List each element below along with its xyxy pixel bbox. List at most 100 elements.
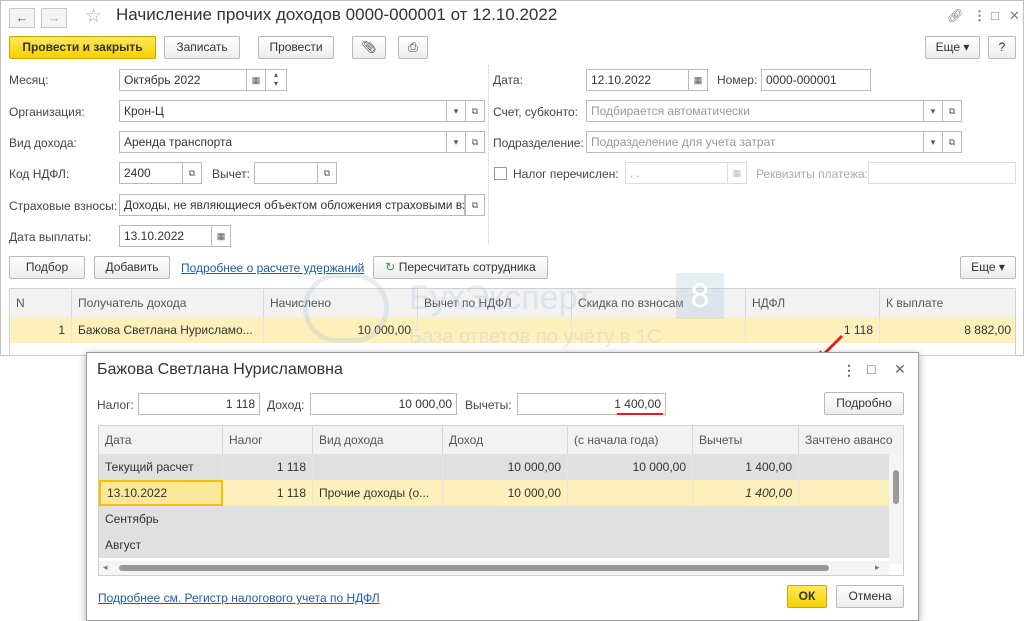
annotation-underline xyxy=(617,413,663,415)
account-label: Счет, субконто: xyxy=(493,105,578,119)
vertical-scrollbar[interactable] xyxy=(889,454,903,564)
ytd-cell xyxy=(568,480,693,506)
open-icon[interactable]: ⧉ xyxy=(942,131,962,153)
income-type-field[interactable]: Аренда транспорта xyxy=(119,131,447,153)
column-header[interactable]: Вычет по НДФЛ xyxy=(418,289,572,317)
table-more-label: Еще xyxy=(971,260,996,274)
paperclip-icon[interactable]: 📎︎ xyxy=(352,36,386,59)
horizontal-scrollbar[interactable]: ◂ ▸ xyxy=(99,561,889,575)
organization-field[interactable]: Крон-Ц xyxy=(119,100,447,122)
open-icon[interactable]: ⧉ xyxy=(465,194,485,216)
back-arrow-icon[interactable]: ← xyxy=(9,8,35,28)
chevron-down-icon[interactable]: ▾ xyxy=(923,131,943,153)
more-button[interactable]: Еще ▾ xyxy=(925,36,980,59)
post-button[interactable]: Провести xyxy=(258,36,334,59)
division-label: Подразделение: xyxy=(493,136,584,150)
income-type-cell xyxy=(313,454,443,480)
table-more-button[interactable]: Еще ▾ xyxy=(960,256,1016,279)
column-header[interactable]: Доход xyxy=(443,426,568,454)
column-header[interactable]: К выплате xyxy=(880,289,1015,317)
maximize-icon[interactable]: □ xyxy=(991,8,999,23)
payment-details-field[interactable] xyxy=(868,162,1016,184)
scroll-left-icon[interactable]: ◂ xyxy=(103,562,108,573)
watermark-logo xyxy=(303,273,389,343)
save-button[interactable]: Записать xyxy=(164,36,240,59)
print-icon[interactable]: ⎙ xyxy=(398,36,428,59)
table-row[interactable]: 1 Бажова Светлана Нурисламо... 10 000,00… xyxy=(10,317,1015,343)
scroll-thumb[interactable] xyxy=(119,565,829,571)
scroll-thumb[interactable] xyxy=(893,470,899,504)
more-icon[interactable]: ⋮ xyxy=(973,8,986,24)
date-cell: Сентябрь xyxy=(105,512,159,526)
table-row[interactable]: Текущий расчет 1 118 10 000,00 10 000,00… xyxy=(99,454,889,480)
star-icon[interactable]: ☆ xyxy=(85,5,102,28)
account-field[interactable]: Подбирается автоматически xyxy=(586,100,924,122)
table-row[interactable]: 13.10.2022 1 118 Прочие доходы (о... 10 … xyxy=(99,480,889,506)
ok-button[interactable]: ОК xyxy=(787,585,827,608)
column-header[interactable]: Получатель дохода xyxy=(72,289,264,317)
column-header[interactable]: Налог xyxy=(223,426,313,454)
deduction-field[interactable] xyxy=(254,162,318,184)
number-field[interactable]: 0000-000001 xyxy=(761,69,871,91)
insurance-field[interactable]: Доходы, не являющиеся объектом обложения… xyxy=(119,194,465,216)
month-stepper[interactable]: ▴ ▾ xyxy=(265,69,287,91)
income-type-label: Вид дохода: xyxy=(9,136,77,150)
open-icon[interactable]: ⧉ xyxy=(182,162,202,184)
recalc-employee-button[interactable]: ↻ Пересчитать сотрудника xyxy=(373,256,548,279)
open-icon[interactable]: ⧉ xyxy=(465,131,485,153)
column-header[interactable]: НДФЛ xyxy=(746,289,880,317)
chevron-down-icon[interactable]: ▾ xyxy=(446,100,466,122)
row-number: 1 xyxy=(10,317,72,343)
advance-cell xyxy=(799,480,889,506)
column-header[interactable]: Дата xyxy=(99,426,223,454)
column-header[interactable]: (с начала года) xyxy=(568,426,693,454)
table-row[interactable]: Сентябрь xyxy=(99,506,889,532)
forward-arrow-icon[interactable]: → xyxy=(41,8,67,28)
column-header[interactable]: Вид дохода xyxy=(313,426,443,454)
more-icon[interactable]: ⋮ xyxy=(842,362,856,379)
tax-paid-date-field[interactable]: . . xyxy=(625,162,728,184)
chevron-down-icon[interactable]: ▾ xyxy=(923,100,943,122)
date-field[interactable]: 12.10.2022 xyxy=(586,69,689,91)
open-icon[interactable]: ⧉ xyxy=(942,100,962,122)
column-header[interactable]: Вычеты xyxy=(693,426,799,454)
open-icon[interactable]: ⧉ xyxy=(465,100,485,122)
advance-cell xyxy=(799,454,889,480)
details-button[interactable]: Подробно xyxy=(824,392,904,415)
calendar-icon[interactable]: ▦ xyxy=(211,225,231,247)
register-link[interactable]: Подробнее см. Регистр налогового учета п… xyxy=(98,591,380,605)
table-row[interactable]: Август xyxy=(99,532,889,558)
calendar-icon[interactable]: ▦ xyxy=(688,69,708,91)
month-field[interactable]: Октябрь 2022 xyxy=(119,69,247,91)
scroll-right-icon[interactable]: ▸ xyxy=(875,562,880,573)
chevron-down-icon[interactable]: ▾ xyxy=(446,131,466,153)
income-field[interactable]: 10 000,00 xyxy=(310,393,457,415)
column-header[interactable]: N xyxy=(10,289,72,317)
calendar-icon[interactable]: ▦ xyxy=(246,69,266,91)
ndfl-code-field[interactable]: 2400 xyxy=(119,162,183,184)
title-bar: ← → ☆ Начисление прочих доходов 0000-000… xyxy=(1,1,1023,33)
insurance-label: Страховые взносы: xyxy=(9,199,118,213)
tax-field[interactable]: 1 118 xyxy=(138,393,260,415)
tax-paid-checkbox[interactable] xyxy=(494,167,507,180)
payment-date-field[interactable]: 13.10.2022 xyxy=(119,225,212,247)
maximize-icon[interactable]: □ xyxy=(867,361,875,377)
close-icon[interactable]: ✕ xyxy=(1009,8,1020,24)
column-header[interactable]: Зачтено авансо xyxy=(799,426,903,454)
tax-label: Налог: xyxy=(97,398,134,412)
column-header[interactable]: Скидка по взносам xyxy=(572,289,746,317)
date-cell[interactable]: 13.10.2022 xyxy=(99,480,223,506)
open-icon[interactable]: ⧉ xyxy=(317,162,337,184)
add-button[interactable]: Добавить xyxy=(94,256,170,279)
link-icon[interactable]: 🔗︎ xyxy=(947,8,964,24)
select-button[interactable]: Подбор xyxy=(9,256,85,279)
division-field[interactable]: Подразделение для учета затрат xyxy=(586,131,924,153)
payout-cell: 8 882,00 xyxy=(964,323,1011,337)
cancel-button[interactable]: Отмена xyxy=(836,585,904,608)
post-and-close-button[interactable]: Провести и закрыть xyxy=(9,36,156,59)
deductions-field[interactable]: 1 400,00 xyxy=(517,393,666,415)
calendar-icon[interactable]: ▦ xyxy=(727,162,747,184)
close-icon[interactable]: ✕ xyxy=(894,361,906,378)
income-cell: 10 000,00 xyxy=(443,454,568,480)
help-button[interactable]: ? xyxy=(988,36,1016,59)
